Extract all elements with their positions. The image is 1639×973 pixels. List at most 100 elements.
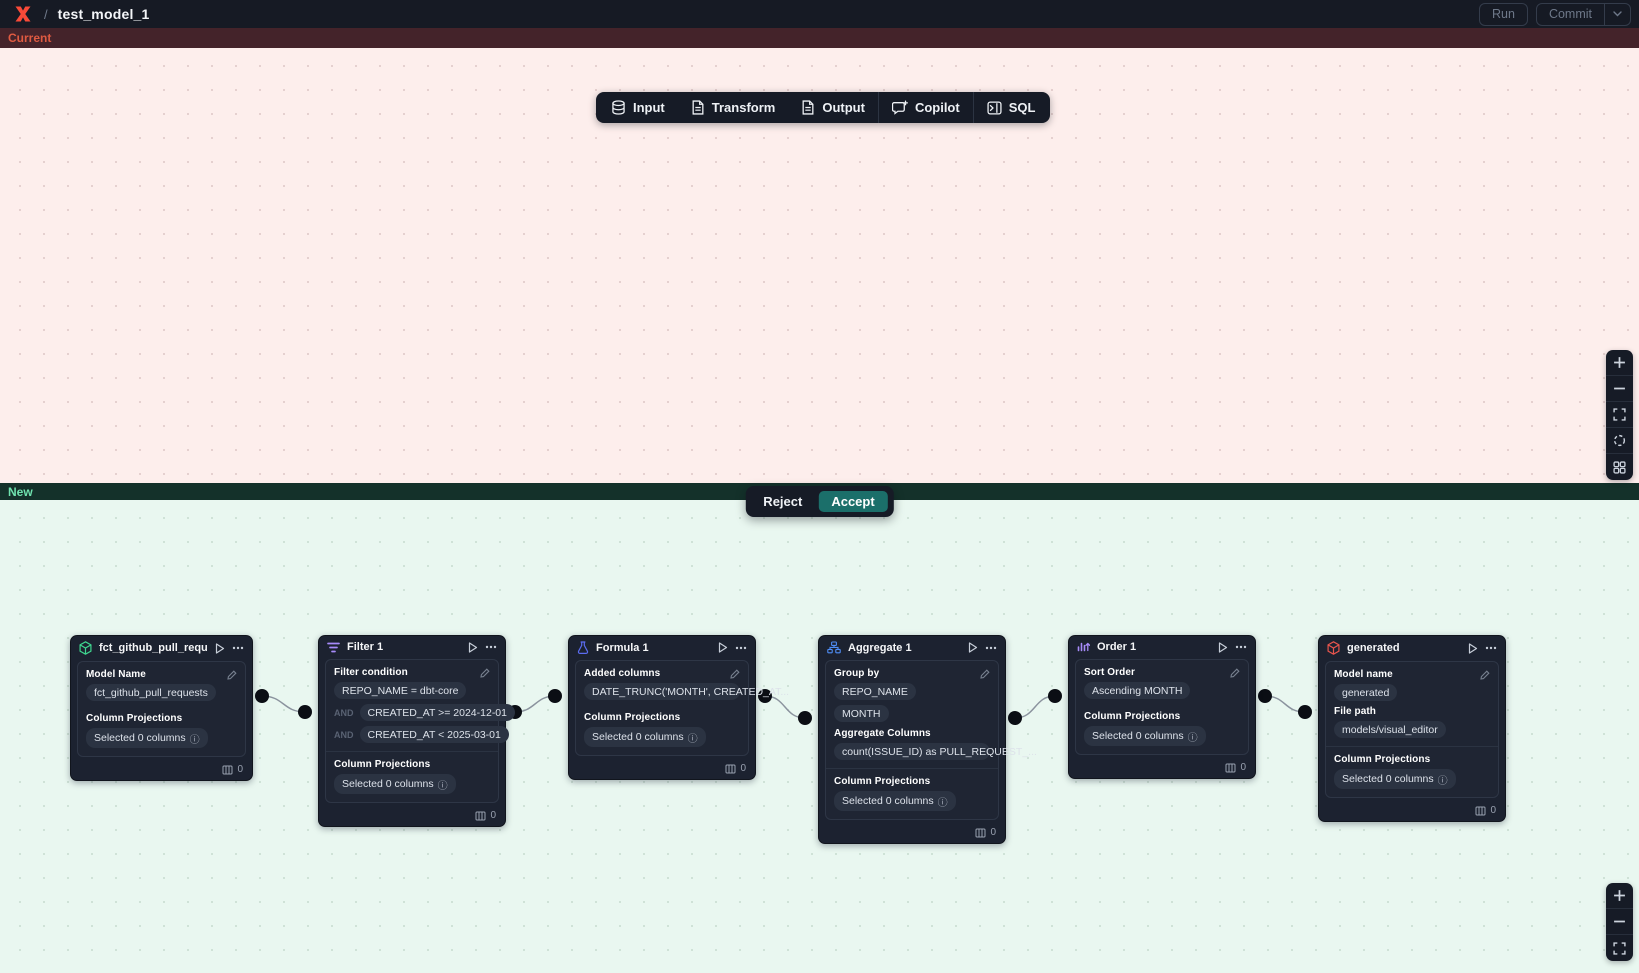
model-cube-icon bbox=[1327, 641, 1340, 655]
lock-interactivity-button[interactable] bbox=[1606, 428, 1633, 454]
columns-count-icon bbox=[975, 828, 986, 838]
group-by-pill[interactable]: MONTH bbox=[834, 705, 889, 722]
toolbar-item-label: Input bbox=[633, 100, 665, 115]
node-menu-button[interactable] bbox=[485, 645, 497, 649]
added-column-pill[interactable]: DATE_TRUNC('MONTH', CREATED_AT... bbox=[584, 683, 740, 700]
new-banner-label: New bbox=[8, 485, 33, 499]
zoom-in-button[interactable] bbox=[1606, 883, 1633, 909]
reject-button[interactable]: Reject bbox=[751, 491, 814, 512]
field-label: Added columns bbox=[584, 668, 660, 679]
zoom-out-button[interactable] bbox=[1606, 376, 1633, 402]
node-run-button[interactable] bbox=[1218, 642, 1228, 653]
file-icon bbox=[691, 100, 705, 115]
node-order-1[interactable]: Order 1 Sort Order Ascending MONTH Colum… bbox=[1068, 635, 1256, 779]
info-icon[interactable]: ⓘ bbox=[688, 730, 698, 745]
topbar: / test_model_1 Run Commit bbox=[0, 0, 1639, 28]
commit-button[interactable]: Commit bbox=[1537, 4, 1604, 25]
node-fct-github-pull-requests[interactable]: fct_github_pull_requests Model Name fct_… bbox=[70, 635, 253, 781]
current-canvas[interactable]: Input Transform Output bbox=[0, 48, 1639, 483]
field-label: Column Projections bbox=[1334, 754, 1430, 765]
edit-pencil-icon[interactable] bbox=[980, 669, 990, 679]
column-projections-pill[interactable]: Selected 0 columnsⓘ bbox=[834, 791, 956, 811]
toolbar-item-input[interactable]: Input bbox=[598, 92, 678, 123]
filter-condition-pill[interactable]: REPO_NAME = dbt-core bbox=[334, 682, 466, 699]
node-run-button[interactable] bbox=[468, 642, 478, 653]
field-label: Model name bbox=[1334, 669, 1393, 680]
node-menu-button[interactable] bbox=[735, 646, 747, 650]
field-label: File path bbox=[1334, 706, 1376, 717]
toolbar-item-copilot[interactable]: Copilot bbox=[879, 92, 973, 123]
column-projections-pill[interactable]: Selected 0 columnsⓘ bbox=[1084, 726, 1206, 746]
node-aggregate-1[interactable]: Aggregate 1 Group by REPO_NAME MONTH Agg… bbox=[818, 635, 1006, 844]
filter-condition-pill[interactable]: CREATED_AT < 2025-03-01 bbox=[360, 726, 509, 743]
group-by-pill[interactable]: REPO_NAME bbox=[834, 683, 916, 700]
new-canvas[interactable]: Reject Accept bbox=[0, 500, 1639, 973]
fit-view-button[interactable] bbox=[1606, 402, 1633, 428]
sort-order-pill[interactable]: Ascending MONTH bbox=[1084, 682, 1190, 699]
columns-count-icon bbox=[222, 765, 233, 775]
formula-flask-icon bbox=[577, 641, 589, 654]
dbt-logo-icon[interactable] bbox=[14, 5, 32, 23]
node-run-button[interactable] bbox=[718, 642, 728, 653]
fit-view-icon bbox=[1613, 408, 1626, 421]
sql-panel-icon bbox=[987, 101, 1002, 115]
filter-condition-pill[interactable]: CREATED_AT >= 2024-12-01 bbox=[360, 704, 516, 721]
node-run-button[interactable] bbox=[215, 643, 225, 654]
node-run-button[interactable] bbox=[968, 642, 978, 653]
edit-pencil-icon[interactable] bbox=[480, 668, 490, 678]
accept-button[interactable]: Accept bbox=[818, 491, 887, 512]
and-label: AND bbox=[334, 730, 354, 740]
node-formula-1[interactable]: Formula 1 Added columns DATE_TRUNC('MONT… bbox=[568, 635, 756, 780]
edit-pencil-icon[interactable] bbox=[227, 670, 237, 680]
column-projections-pill[interactable]: Selected 0 columnsⓘ bbox=[1334, 769, 1456, 789]
column-projections-pill[interactable]: Selected 0 columnsⓘ bbox=[86, 728, 208, 748]
file-icon bbox=[801, 100, 815, 115]
node-footer: 0 bbox=[1319, 802, 1505, 821]
toolbar-item-output[interactable]: Output bbox=[788, 92, 878, 123]
column-projections-pill[interactable]: Selected 0 columnsⓘ bbox=[334, 774, 456, 794]
edit-pencil-icon[interactable] bbox=[1480, 670, 1490, 680]
value-pill[interactable]: fct_github_pull_requests bbox=[86, 684, 216, 701]
aggregate-column-pill[interactable]: count(ISSUE_ID) as PULL_REQUEST_... bbox=[834, 743, 990, 760]
column-projections-pill[interactable]: Selected 0 columnsⓘ bbox=[584, 727, 706, 747]
breadcrumb-separator: / bbox=[44, 7, 48, 22]
grid-icon bbox=[1613, 461, 1626, 474]
info-icon[interactable]: ⓘ bbox=[190, 731, 200, 746]
edit-pencil-icon[interactable] bbox=[1230, 668, 1240, 678]
edit-pencil-icon[interactable] bbox=[730, 669, 740, 679]
node-title: generated bbox=[1347, 642, 1461, 654]
info-icon[interactable]: ⓘ bbox=[438, 777, 448, 792]
plus-icon bbox=[1613, 356, 1626, 369]
zoom-in-button[interactable] bbox=[1606, 350, 1633, 376]
run-button[interactable]: Run bbox=[1479, 3, 1528, 26]
commit-dropdown-button[interactable] bbox=[1604, 4, 1630, 25]
info-icon[interactable]: ⓘ bbox=[1438, 772, 1448, 787]
copilot-icon bbox=[892, 100, 908, 115]
node-menu-button[interactable] bbox=[1485, 646, 1497, 650]
node-menu-button[interactable] bbox=[1235, 645, 1247, 649]
node-generated[interactable]: generated Model name generated File path… bbox=[1318, 635, 1506, 822]
column-count: 0 bbox=[490, 810, 496, 821]
node-menu-button[interactable] bbox=[232, 646, 244, 650]
visual-editor-app: / test_model_1 Run Commit Current Input bbox=[0, 0, 1639, 973]
fit-view-button[interactable] bbox=[1606, 935, 1633, 961]
current-banner-label: Current bbox=[8, 31, 51, 45]
info-icon[interactable]: ⓘ bbox=[1188, 729, 1198, 744]
toolbar-item-transform[interactable]: Transform bbox=[678, 92, 789, 123]
zoom-out-button[interactable] bbox=[1606, 909, 1633, 935]
node-footer: 0 bbox=[1069, 759, 1255, 778]
filter-icon bbox=[327, 642, 340, 653]
file-path-pill[interactable]: models/visual_editor bbox=[1334, 721, 1446, 738]
toolbar-item-sql[interactable]: SQL bbox=[974, 92, 1049, 123]
info-icon[interactable]: ⓘ bbox=[938, 794, 948, 809]
node-filter-1[interactable]: Filter 1 Filter condition REPO_NAME = db… bbox=[318, 635, 506, 827]
layout-grid-button[interactable] bbox=[1606, 454, 1633, 480]
model-name-pill[interactable]: generated bbox=[1334, 684, 1397, 701]
section-divider bbox=[326, 751, 498, 752]
node-footer: 0 bbox=[71, 761, 252, 780]
page-title: test_model_1 bbox=[58, 6, 150, 22]
diff-actions: Reject Accept bbox=[745, 486, 893, 517]
node-run-button[interactable] bbox=[1468, 643, 1478, 654]
node-menu-button[interactable] bbox=[985, 646, 997, 650]
node-title: Order 1 bbox=[1097, 641, 1211, 653]
